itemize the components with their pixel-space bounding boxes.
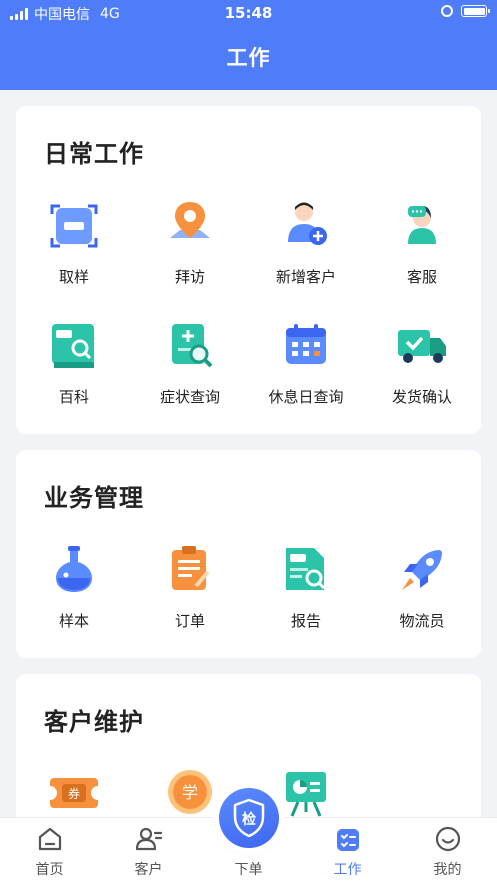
grid-item-label: 订单 — [174, 612, 205, 630]
grid-item-label: 新增客户 — [275, 268, 336, 286]
grid-item-label: 发货确认 — [391, 388, 452, 406]
flask-icon — [56, 546, 92, 592]
grid-item-delivery-confirm[interactable]: 发货确认 — [364, 318, 480, 418]
grid-item-sampling[interactable]: 取样 — [16, 198, 132, 298]
grid-item-label: 报告 — [290, 612, 321, 630]
tab-label: 工作 — [333, 862, 362, 878]
presentation-icon — [286, 772, 326, 817]
grid-item-label: 症状查询 — [159, 388, 220, 406]
rocket-icon — [402, 550, 442, 590]
svg-text:检: 检 — [242, 811, 256, 828]
battery-icon — [461, 5, 490, 17]
tab-work[interactable]: 工作 — [298, 818, 397, 883]
grid-item-label: 取样 — [58, 268, 89, 286]
customer-service-icon — [408, 206, 436, 244]
clipboard-icon — [172, 546, 210, 590]
section-daily-work: 日常工作 取样 拜访 新增客户 客服 百科 症状查询 休息日查询 发货确认 — [16, 106, 481, 434]
grid-item-label: 拜访 — [174, 268, 205, 286]
tab-profile[interactable]: 我的 — [398, 818, 497, 883]
symptom-search-icon — [172, 324, 213, 368]
svg-text:学: 学 — [182, 783, 198, 802]
truck-icon — [398, 330, 446, 363]
grid-item-encyclopedia[interactable]: 百科 — [16, 318, 132, 418]
calendar-icon — [286, 324, 326, 364]
coupon-icon: 券 — [50, 778, 98, 808]
work-icon — [336, 829, 359, 851]
map-pin-icon — [170, 202, 210, 238]
page-title: 工作 — [226, 46, 271, 70]
encyclopedia-icon — [52, 324, 94, 368]
status-time: 15:48 — [224, 4, 273, 22]
learn-icon: 学 — [168, 770, 212, 814]
tab-label: 首页 — [35, 862, 64, 878]
section-title: 业务管理 — [44, 484, 144, 512]
home-icon — [38, 827, 61, 851]
svg-text:券: 券 — [68, 786, 80, 801]
grid-item-logistics[interactable]: 物流员 — [364, 542, 480, 642]
grid-item-holiday-query[interactable]: 休息日查询 — [248, 318, 364, 418]
grid-item-label: 样本 — [58, 612, 89, 630]
tab-label: 客户 — [134, 862, 163, 878]
grid-item-symptom-search[interactable]: 症状查询 — [132, 318, 248, 418]
inspect-shield-icon: 检 — [233, 798, 265, 838]
customer-icon — [135, 827, 162, 851]
tab-label: 下单 — [234, 862, 263, 878]
grid-item-add-customer[interactable]: 新增客户 — [248, 198, 364, 298]
grid-item-label: 客服 — [406, 268, 437, 286]
app-header: 中国电信 4G 15:48 工作 — [0, 0, 497, 90]
grid-item-report[interactable]: 报告 — [248, 542, 364, 642]
section-title: 客户维护 — [44, 708, 144, 736]
tab-home[interactable]: 首页 — [0, 818, 99, 883]
grid-item-visit[interactable]: 拜访 — [132, 198, 248, 298]
grid-item-order[interactable]: 订单 — [132, 542, 248, 642]
grid-item-sample[interactable]: 样本 — [16, 542, 132, 642]
rotation-lock-icon — [441, 5, 453, 17]
place-order-button[interactable]: 检 — [219, 788, 279, 848]
scan-sample-icon — [50, 204, 98, 248]
grid-item-customer-service[interactable]: 客服 — [364, 198, 480, 298]
add-customer-icon — [288, 202, 327, 245]
profile-icon — [435, 826, 460, 852]
tab-label: 我的 — [433, 862, 462, 878]
section-title: 日常工作 — [44, 140, 144, 168]
status-bar: 中国电信 4G 15:48 — [0, 0, 497, 26]
tab-customer[interactable]: 客户 — [99, 818, 198, 883]
grid-item-label: 百科 — [58, 388, 89, 406]
report-icon — [286, 548, 326, 590]
section-business-management: 业务管理 样本 订单 报告 物流员 — [16, 450, 481, 658]
grid-item-label: 物流员 — [399, 612, 445, 630]
grid-item-label: 休息日查询 — [268, 388, 344, 406]
